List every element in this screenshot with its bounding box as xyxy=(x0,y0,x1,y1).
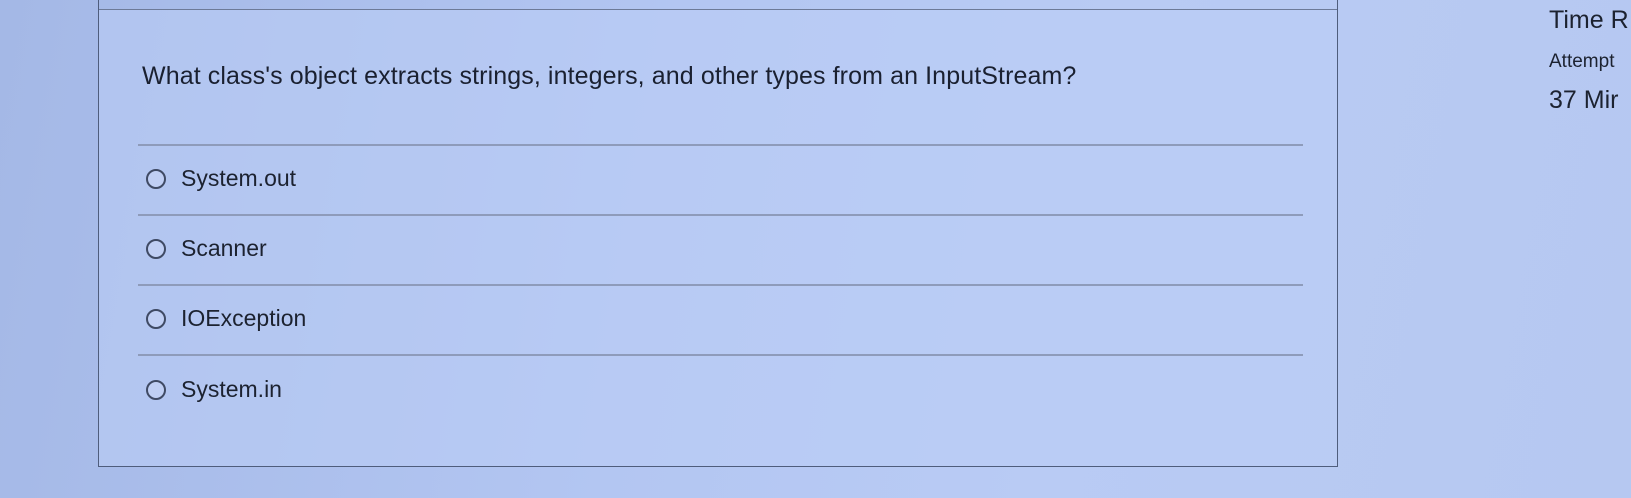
answer-option-label: System.out xyxy=(181,165,297,191)
divider xyxy=(138,214,1303,216)
radio-button[interactable] xyxy=(146,308,166,329)
radio-button[interactable] xyxy=(146,238,166,259)
answer-option-label: Scanner xyxy=(181,235,267,261)
question-card-top-edge xyxy=(98,0,1338,10)
answer-option-label: System.in xyxy=(181,376,282,402)
answer-option-label: IOException xyxy=(181,305,307,331)
divider xyxy=(138,354,1303,356)
attempt-label: Attempt xyxy=(1549,51,1615,72)
divider xyxy=(138,284,1303,286)
answer-option-scanner[interactable]: Scanner xyxy=(146,235,267,262)
quiz-timer-panel: Time R Attempt 37 Mir xyxy=(1549,0,1631,498)
time-remaining: 37 Mir xyxy=(1549,86,1619,114)
divider xyxy=(138,144,1303,146)
radio-button[interactable] xyxy=(146,168,166,189)
timer-title: Time R xyxy=(1549,6,1629,34)
question-text: What class's object extracts strings, in… xyxy=(142,62,1077,90)
answer-option-system-in[interactable]: System.in xyxy=(146,376,282,403)
radio-button[interactable] xyxy=(146,379,166,400)
answer-option-system-out[interactable]: System.out xyxy=(146,165,296,192)
answer-option-ioexception[interactable]: IOException xyxy=(146,305,306,332)
